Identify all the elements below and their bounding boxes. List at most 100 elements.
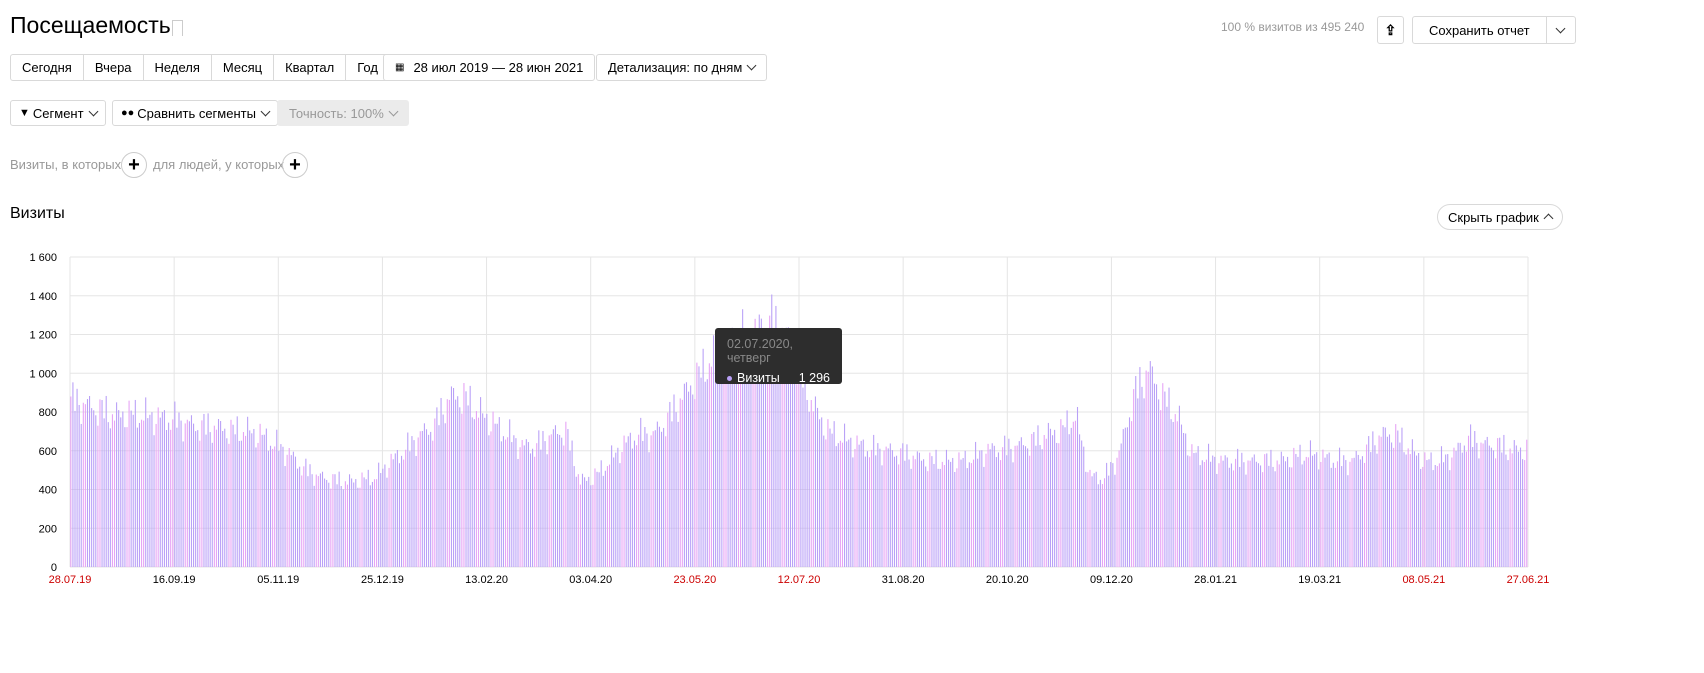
period-today[interactable]: Сегодня — [11, 55, 84, 80]
visits-bar — [128, 400, 130, 567]
visits-bar — [141, 419, 143, 567]
visits-bar — [423, 423, 425, 567]
period-week[interactable]: Неделя — [144, 55, 212, 80]
visits-bar — [507, 437, 509, 567]
visits-bar — [1210, 461, 1212, 567]
visits-bar — [1049, 428, 1052, 567]
visits-bar — [1351, 458, 1353, 567]
visits-bar — [290, 455, 292, 567]
visits-bar — [816, 407, 819, 567]
visits-bar — [1201, 460, 1203, 567]
export-button[interactable]: ⇪ — [1377, 16, 1404, 44]
visits-bar — [172, 419, 174, 567]
visits-bar — [837, 443, 839, 567]
add-people-filter-button[interactable]: + — [282, 152, 308, 178]
bookmark-icon[interactable] — [172, 20, 183, 36]
visits-bar — [542, 431, 544, 567]
visits-bar — [812, 411, 814, 567]
visits-bar — [436, 407, 438, 567]
visits-bar — [540, 449, 542, 567]
visits-bar — [608, 464, 611, 567]
visits-bar — [500, 441, 502, 567]
visits-bar — [850, 437, 852, 567]
period-month[interactable]: Месяц — [212, 55, 275, 80]
visits-bar — [1401, 427, 1403, 567]
visits-bar — [272, 448, 274, 567]
visits-bar — [321, 471, 324, 567]
visits-bar — [1035, 445, 1037, 567]
visits-bar — [1014, 445, 1016, 567]
x-tick-label: 03.04.20 — [569, 574, 612, 586]
visits-bar — [475, 411, 477, 567]
hide-chart-button[interactable]: Скрыть график — [1437, 204, 1563, 230]
visits-bar — [644, 427, 646, 567]
visits-bar — [1480, 442, 1482, 567]
segment-button[interactable]: ▼ Сегмент — [10, 100, 106, 126]
visits-bar — [1386, 436, 1388, 567]
visits-bar — [723, 365, 725, 567]
visits-bar — [567, 429, 569, 567]
visits-bar — [1341, 466, 1343, 567]
add-visit-filter-button[interactable]: + — [121, 152, 147, 178]
visits-bar — [1245, 474, 1247, 567]
visits-bar — [1002, 447, 1004, 567]
visits-bar — [1422, 466, 1424, 567]
visits-bar — [796, 384, 798, 567]
visits-bar — [573, 466, 575, 567]
visits-bar — [1357, 454, 1359, 567]
visits-bar — [1006, 455, 1008, 567]
visits-bar — [1507, 460, 1509, 567]
visits-bar — [419, 431, 421, 567]
visits-bar — [415, 455, 417, 567]
sampling-info: 100 % визитов из 495 240 — [1221, 20, 1365, 34]
period-yesterday[interactable]: Вчера — [84, 55, 144, 80]
visits-bar — [1022, 445, 1024, 567]
visits-bar — [916, 451, 918, 567]
visits-bar — [515, 438, 517, 567]
visits-bar — [76, 388, 78, 567]
visits-bar — [640, 417, 642, 567]
visits-bar — [875, 455, 877, 567]
date-range-button[interactable]: ▦ 28 июл 2019 — 28 июн 2021 — [383, 54, 596, 81]
visits-bar — [305, 458, 307, 567]
period-quarter[interactable]: Квартал — [274, 55, 347, 80]
save-report-button[interactable]: Сохранить отчет — [1412, 16, 1576, 44]
visits-bar — [1359, 459, 1361, 567]
accuracy-dropdown[interactable]: Точность: 100% — [277, 100, 409, 126]
visits-bar — [1291, 467, 1293, 567]
visits-bar — [1314, 454, 1316, 567]
visits-bar — [1388, 434, 1391, 567]
visits-bar — [619, 463, 621, 567]
visits-bar — [1187, 455, 1189, 567]
visits-bar — [960, 459, 962, 567]
visits-bar — [1000, 460, 1002, 567]
save-menu-toggle[interactable] — [1545, 17, 1575, 43]
visits-bar — [858, 444, 860, 567]
visits-bar — [1515, 445, 1517, 567]
visits-bar — [1276, 460, 1278, 567]
visits-bar — [373, 479, 376, 567]
visits-bar — [1395, 424, 1397, 567]
visits-bar — [1008, 438, 1010, 567]
visits-bar — [972, 459, 975, 567]
x-tick-label: 28.07.19 — [49, 574, 92, 586]
visits-bar — [367, 469, 369, 567]
visits-bar — [559, 434, 561, 567]
visits-bar — [1068, 434, 1070, 567]
visits-bar — [311, 474, 313, 567]
visits-bar — [1083, 446, 1085, 567]
compare-segments-button[interactable]: ●● Сравнить сегменты — [112, 100, 278, 126]
visits-bar — [877, 443, 879, 567]
visits-bar — [839, 440, 841, 567]
detail-dropdown[interactable]: Детализация: по дням — [596, 54, 768, 81]
visits-bar — [228, 443, 230, 567]
visits-bar — [1124, 427, 1126, 567]
tooltip-metric: Визиты — [737, 371, 780, 385]
visits-bar — [278, 450, 280, 567]
visits-bar — [95, 415, 97, 567]
visits-bar — [409, 451, 411, 567]
visits-bar — [1135, 376, 1137, 567]
visits-bar — [1486, 436, 1488, 567]
compare-label: Сравнить сегменты — [137, 105, 256, 121]
visits-bar — [317, 476, 319, 567]
